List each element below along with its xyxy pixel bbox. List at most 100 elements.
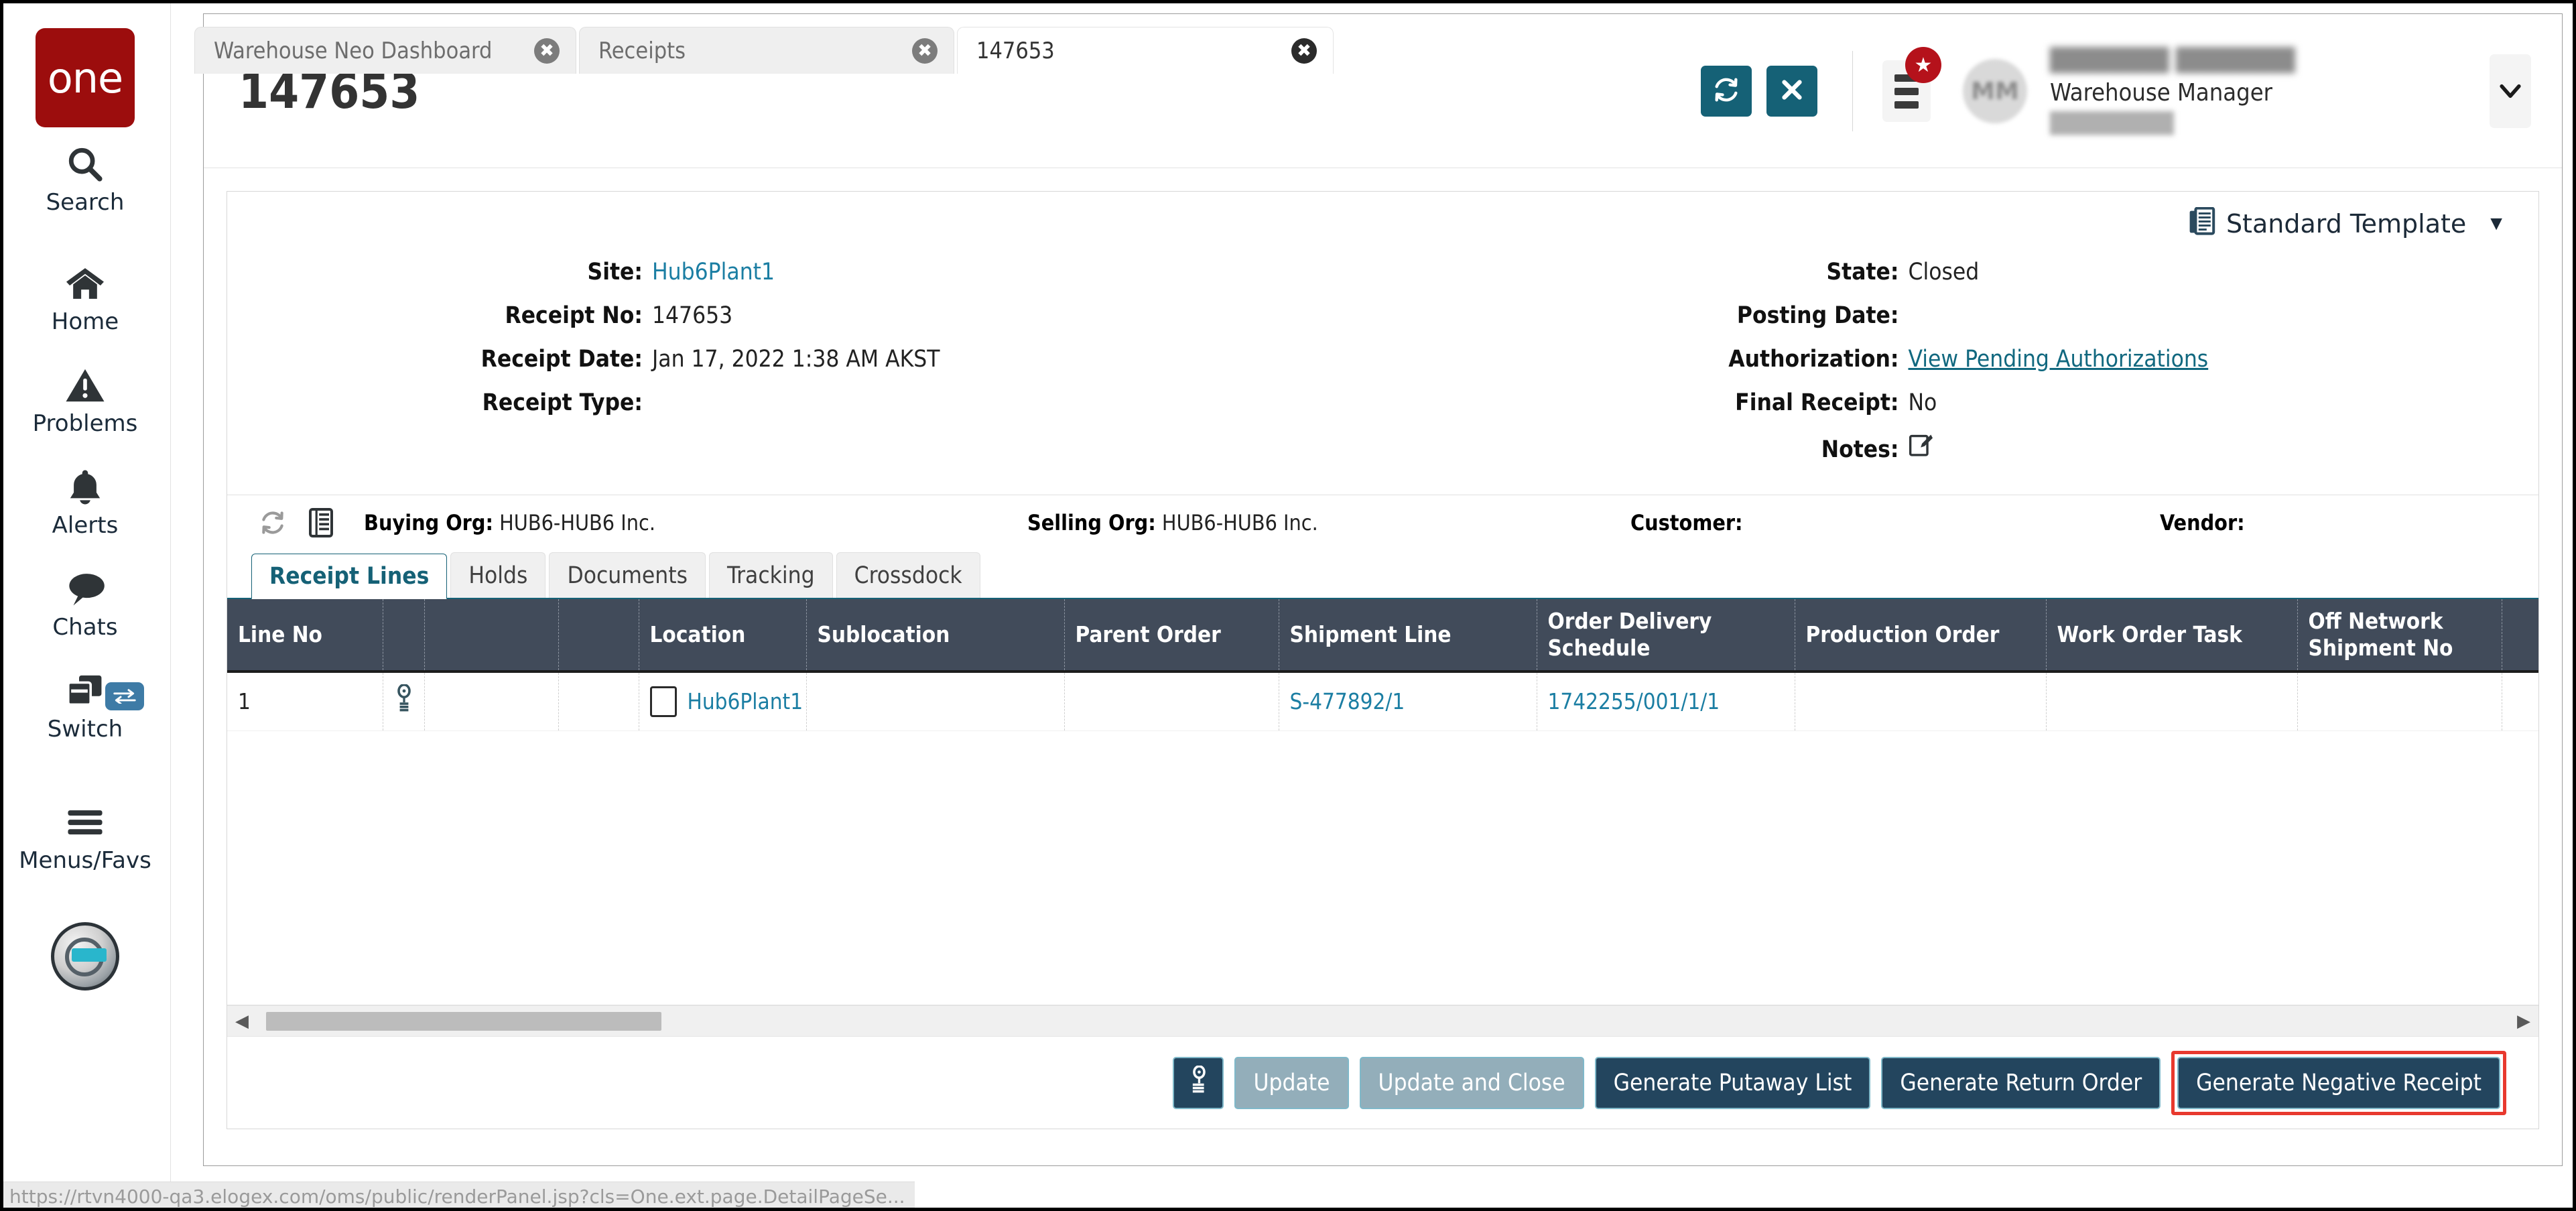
search-icon xyxy=(66,143,105,185)
generate-putaway-list-button[interactable]: Generate Putaway List xyxy=(1595,1057,1871,1109)
browser-tab-warehouse-neo-dashboard[interactable]: Warehouse Neo Dashboard ✖ xyxy=(194,27,576,74)
tab-crossdock[interactable]: Crossdock xyxy=(836,552,980,598)
documents-copy-icon xyxy=(2189,207,2217,241)
sidebar-item-label: Chats xyxy=(52,614,117,641)
update-and-close-button[interactable]: Update and Close xyxy=(1360,1057,1584,1109)
user-org: ████████ xyxy=(2050,112,2465,135)
close-icon[interactable]: ✖ xyxy=(534,38,560,64)
sidebar-item-alerts[interactable]: Alerts xyxy=(0,450,171,552)
vendor-label: Vendor: xyxy=(2160,510,2245,535)
detail-label: State: xyxy=(1383,259,1899,285)
receipt-lines-grid: Line No Location Sublocation Parent Orde… xyxy=(227,599,2538,1036)
detail-row-state: State: Closed xyxy=(1383,259,2539,285)
generate-return-order-button[interactable]: Generate Return Order xyxy=(1881,1057,2161,1109)
sidebar-item-label: Problems xyxy=(33,410,138,437)
sidebar-item-menus-favs[interactable]: Menus/Favs xyxy=(0,785,171,887)
detail-label: Authorization: xyxy=(1383,346,1899,373)
detail-row-final-receipt: Final Receipt: No xyxy=(1383,389,2539,416)
org-toolbar: Buying Org: HUB6-HUB6 Inc. Selling Org: … xyxy=(227,495,2538,550)
column-header-off-network-shipment-no[interactable]: Off Network Shipment No xyxy=(2297,599,2502,672)
row-checkbox[interactable] xyxy=(650,686,677,717)
column-header-icon-2[interactable] xyxy=(424,599,558,672)
detail-label: Receipt Date: xyxy=(227,346,643,373)
column-header-location[interactable]: Location xyxy=(639,599,806,672)
favorite-star-badge[interactable]: ★ xyxy=(1905,47,1941,83)
print-label-icon xyxy=(1187,1066,1210,1100)
column-header-line-no[interactable]: Line No xyxy=(227,599,383,672)
scroll-right-arrow-icon[interactable]: ▶ xyxy=(2509,1006,2538,1037)
scroll-left-arrow-icon[interactable]: ◀ xyxy=(227,1006,257,1037)
column-header-sublocation[interactable]: Sublocation xyxy=(806,599,1064,672)
sidebar-item-problems[interactable]: Problems xyxy=(0,348,171,450)
detail-row-posting-date: Posting Date: xyxy=(1383,302,2539,329)
refresh-button[interactable] xyxy=(1701,66,1752,117)
chevron-down-icon[interactable]: ▼ xyxy=(2486,212,2506,235)
switch-toggle-badge[interactable] xyxy=(105,682,144,710)
close-icon[interactable]: ✖ xyxy=(912,38,938,64)
tab-documents[interactable]: Documents xyxy=(549,552,706,598)
user-role: Warehouse Manager xyxy=(2050,79,2465,107)
update-button[interactable]: Update xyxy=(1234,1057,1348,1109)
detail-label: Receipt Type: xyxy=(227,389,643,416)
close-icon[interactable]: ✖ xyxy=(1291,38,1317,64)
close-page-button[interactable] xyxy=(1766,66,1817,117)
detail-row-site: Site: Hub6Plant1 xyxy=(227,259,1383,285)
buying-org-label: Buying Org: xyxy=(364,510,493,535)
customer-label: Customer: xyxy=(1630,510,1743,535)
table-header-row: Line No Location Sublocation Parent Orde… xyxy=(227,599,2538,672)
table-row[interactable]: 1 Hub6Plant1 xyxy=(227,672,2538,730)
detail-label: Site: xyxy=(227,259,643,285)
receipt-no-value: 147653 xyxy=(652,302,732,329)
browser-tab-147653[interactable]: 147653 ✖ xyxy=(957,27,1334,74)
horizontal-scrollbar[interactable]: ◀ ▶ xyxy=(227,1005,2538,1036)
view-pending-authorizations-link[interactable]: View Pending Authorizations xyxy=(1909,346,2209,373)
column-header-checkbox[interactable] xyxy=(558,599,639,672)
column-header-production-order[interactable]: Production Order xyxy=(1795,599,2046,672)
site-value-link[interactable]: Hub6Plant1 xyxy=(652,259,775,285)
tab-tracking[interactable]: Tracking xyxy=(709,552,833,598)
order-delivery-schedule-link[interactable]: 1742255/001/1/1 xyxy=(1548,688,1720,714)
column-header-work-order-task[interactable]: Work Order Task xyxy=(2046,599,2297,672)
column-header-order-delivery-schedule[interactable]: Order Delivery Schedule xyxy=(1537,599,1795,672)
browser-tab-receipts[interactable]: Receipts ✖ xyxy=(579,27,954,74)
tab-receipt-lines[interactable]: Receipt Lines xyxy=(251,554,447,599)
scrollbar-track[interactable] xyxy=(257,1006,2509,1037)
tab-holds[interactable]: Holds xyxy=(450,552,545,598)
user-menu-dropdown-button[interactable] xyxy=(2490,54,2531,128)
template-bar: Standard Template ▼ xyxy=(227,192,2538,256)
generate-negative-receipt-button[interactable]: Generate Negative Receipt xyxy=(2177,1057,2500,1109)
column-header-icon-1[interactable] xyxy=(383,599,424,672)
bell-icon xyxy=(66,466,104,508)
template-picker[interactable]: Standard Template ▼ xyxy=(2189,207,2506,241)
tab-label: Tracking xyxy=(727,562,815,589)
sidebar-item-label: Home xyxy=(52,308,119,335)
column-header-parent-order[interactable]: Parent Order xyxy=(1064,599,1279,672)
cell-parent-order xyxy=(1064,672,1279,730)
sidebar-item-search[interactable]: Search xyxy=(0,127,171,229)
cell-spacer xyxy=(558,672,639,730)
sidebar-item-switch[interactable]: Switch xyxy=(0,654,171,756)
tab-label: Holds xyxy=(468,562,527,589)
column-header-shipment-line[interactable]: Shipment Line xyxy=(1279,599,1537,672)
edit-notes-icon[interactable] xyxy=(1909,433,1933,463)
refresh-icon[interactable] xyxy=(257,507,289,539)
one-logo[interactable]: one xyxy=(36,28,135,127)
sidebar-item-home[interactable]: Home xyxy=(0,247,171,348)
detail-row-receipt-no: Receipt No: 147653 xyxy=(227,302,1383,329)
location-link[interactable]: Hub6Plant1 xyxy=(688,688,803,714)
column-settings-icon[interactable] xyxy=(305,507,337,539)
avatar[interactable]: MM xyxy=(1963,59,2027,123)
assistant-bot-avatar[interactable] xyxy=(51,922,119,991)
print-button[interactable] xyxy=(1173,1057,1224,1109)
vendor-field: Vendor: xyxy=(2160,510,2245,535)
selling-org-field: Selling Org: HUB6-HUB6 Inc. xyxy=(1027,510,1630,535)
cell-pin[interactable] xyxy=(383,672,424,730)
buying-org-value: HUB6-HUB6 Inc. xyxy=(499,510,655,535)
page-menu-button[interactable]: ★ xyxy=(1882,60,1931,122)
cell-sublocation xyxy=(806,672,1064,730)
scrollbar-thumb[interactable] xyxy=(266,1012,661,1031)
column-header-extra[interactable] xyxy=(2502,599,2538,672)
sidebar-item-chats[interactable]: Chats xyxy=(0,552,171,654)
shipment-line-link[interactable]: S-477892/1 xyxy=(1290,688,1405,714)
map-pin-icon[interactable] xyxy=(394,693,414,719)
